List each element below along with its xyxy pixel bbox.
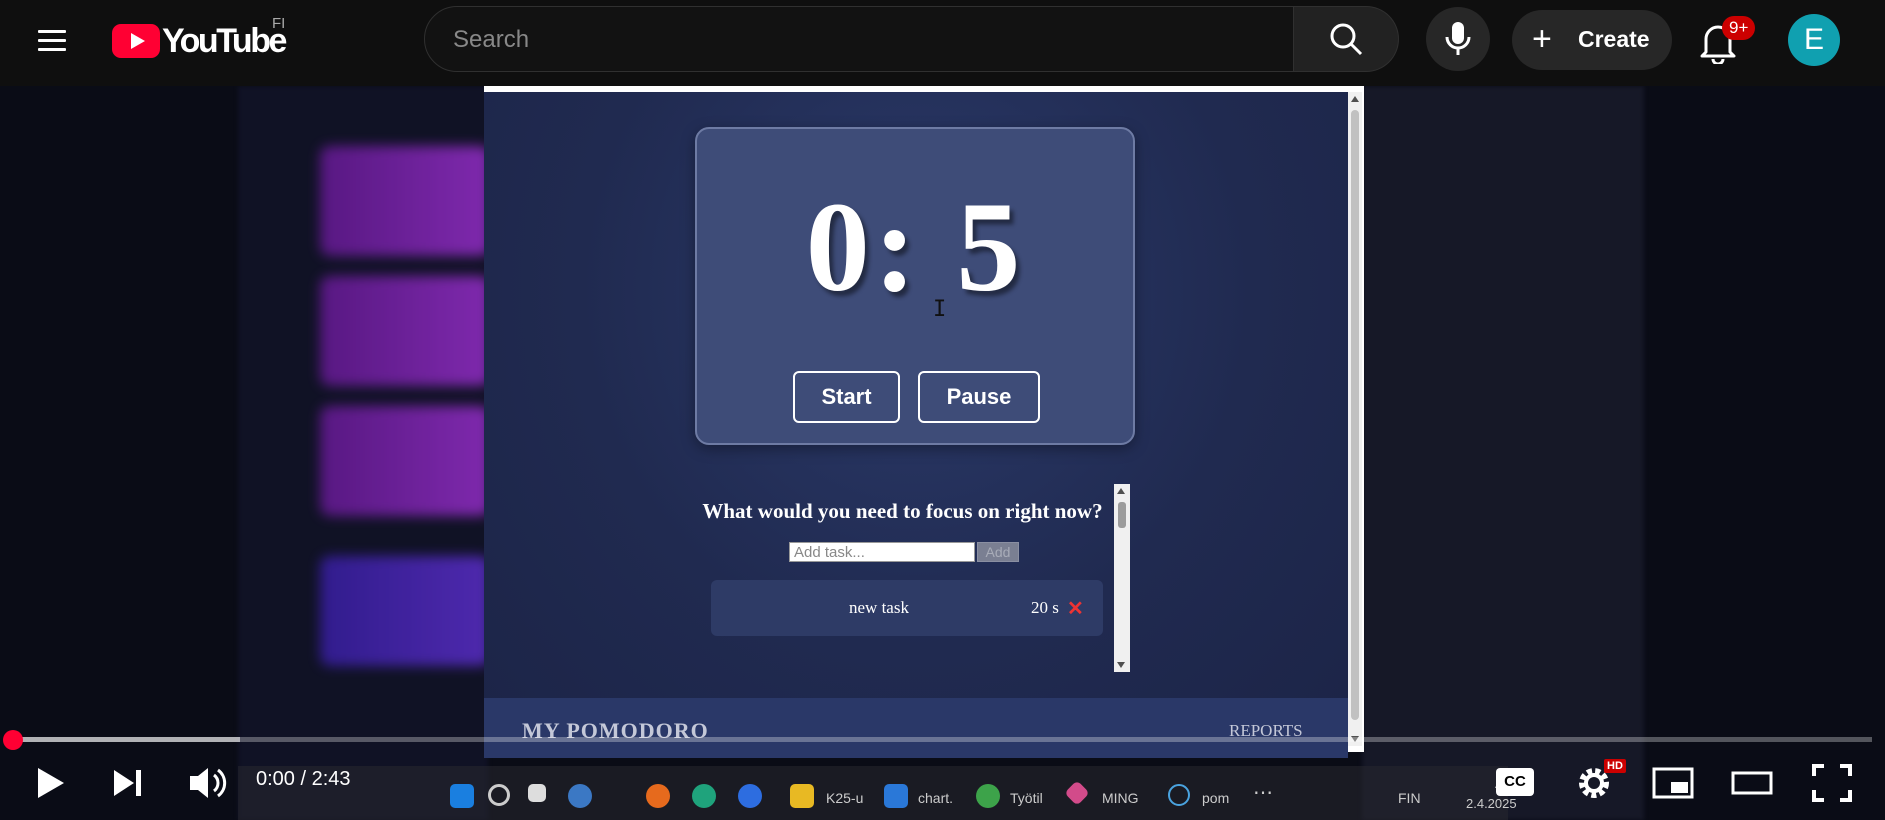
add-task-button[interactable]: Add bbox=[977, 542, 1019, 562]
add-task-input[interactable] bbox=[789, 542, 975, 562]
miniplayer-icon[interactable] bbox=[1651, 760, 1695, 806]
blurred-background-right bbox=[1362, 86, 1644, 820]
search-icon bbox=[1330, 23, 1363, 56]
blurred-card bbox=[320, 556, 490, 666]
next-icon[interactable] bbox=[108, 760, 148, 806]
plus-icon: + bbox=[1532, 20, 1552, 58]
notification-count-badge: 9+ bbox=[1722, 16, 1756, 40]
zoom-icon bbox=[738, 784, 762, 808]
scrubber-handle[interactable] bbox=[3, 730, 23, 750]
play-icon[interactable] bbox=[32, 760, 72, 806]
task-view-icon bbox=[528, 784, 546, 802]
edge-icon bbox=[692, 784, 716, 808]
pomodoro-app-content: 0: 5 I Start Pause What would you need t… bbox=[484, 92, 1348, 758]
pomodoro-app-window: 0: 5 I Start Pause What would you need t… bbox=[484, 86, 1364, 758]
microphone-icon bbox=[1445, 22, 1471, 55]
language-indicator: FIN bbox=[1398, 790, 1421, 806]
menu-icon[interactable] bbox=[34, 22, 70, 58]
text-cursor-icon: I bbox=[933, 297, 947, 322]
scroll-down-arrow-icon[interactable] bbox=[1117, 662, 1125, 668]
more-icon: ⋯ bbox=[1253, 782, 1273, 804]
start-button[interactable]: Start bbox=[793, 371, 900, 423]
create-label: Create bbox=[1578, 26, 1650, 52]
app-footer: MY POMODORO REPORTS bbox=[484, 698, 1348, 758]
country-code: FI bbox=[272, 15, 286, 32]
time-display: 0:00 / 2:43 bbox=[256, 768, 351, 790]
folder-icon bbox=[790, 784, 814, 808]
taskbar-app-label: MING bbox=[1102, 790, 1139, 806]
search-input[interactable] bbox=[451, 7, 1275, 73]
progress-bar[interactable] bbox=[12, 737, 1872, 742]
blurred-card bbox=[320, 146, 490, 256]
timer-card: 0: 5 I Start Pause bbox=[695, 127, 1135, 445]
scroll-up-arrow-icon[interactable] bbox=[1117, 488, 1125, 494]
theater-mode-icon[interactable] bbox=[1730, 760, 1774, 806]
chrome-icon bbox=[1168, 784, 1190, 806]
scrollbar-thumb[interactable] bbox=[1118, 502, 1126, 528]
windows-start-icon bbox=[450, 784, 474, 808]
app-icon bbox=[568, 784, 592, 808]
buffered-bar bbox=[12, 737, 240, 742]
hd-badge: HD bbox=[1604, 759, 1626, 773]
firefox-icon bbox=[646, 784, 670, 808]
search-box bbox=[424, 6, 1294, 73]
fullscreen-icon[interactable] bbox=[1810, 760, 1854, 806]
scrollbar-thumb[interactable] bbox=[1351, 110, 1359, 720]
search-button[interactable] bbox=[1294, 6, 1399, 72]
app-scrollbar[interactable] bbox=[1348, 92, 1362, 746]
timer-display: 0: 5 bbox=[805, 176, 1025, 318]
subtitles-button[interactable]: CC bbox=[1496, 768, 1534, 796]
task-list-scrollbar[interactable] bbox=[1114, 484, 1130, 672]
logo-text: YouTube bbox=[162, 22, 287, 60]
taskbar-app-label: chart. bbox=[918, 790, 954, 806]
youtube-header: YouTube FI + Create 9+ E bbox=[0, 0, 1885, 86]
delete-task-icon[interactable]: ✕ bbox=[1067, 596, 1084, 621]
clock-date: 2.4.2025 bbox=[1466, 796, 1517, 811]
create-button[interactable]: + Create bbox=[1512, 10, 1672, 70]
taskbar-app-label: Työtil bbox=[1010, 790, 1043, 806]
blurred-card bbox=[320, 276, 490, 386]
task-item: new task 20 s ✕ bbox=[711, 580, 1103, 636]
blurred-card bbox=[320, 406, 490, 516]
search-icon bbox=[488, 784, 510, 806]
app-icon bbox=[1064, 780, 1090, 806]
youtube-play-logo-icon bbox=[112, 24, 160, 58]
volume-icon[interactable] bbox=[186, 760, 230, 806]
video-taskbar: K25-u chart. Työtil MING pom ⋯ FIN 40 2.… bbox=[238, 766, 1517, 820]
task-question: What would you need to focus on right no… bbox=[702, 499, 1103, 523]
scroll-up-arrow-icon[interactable] bbox=[1351, 96, 1359, 102]
taskbar-app-label: K25-u bbox=[826, 790, 864, 806]
pause-button[interactable]: Pause bbox=[918, 371, 1040, 423]
account-avatar[interactable]: E bbox=[1788, 14, 1840, 66]
taskbar-app-label: pom bbox=[1202, 790, 1230, 806]
task-time: 20 s bbox=[1031, 598, 1059, 617]
voice-search-button[interactable] bbox=[1426, 7, 1490, 71]
task-name: new task bbox=[849, 598, 909, 617]
task-panel: What would you need to focus on right no… bbox=[695, 472, 1135, 662]
vscode-icon bbox=[884, 784, 908, 808]
chrome-icon bbox=[976, 784, 1000, 808]
